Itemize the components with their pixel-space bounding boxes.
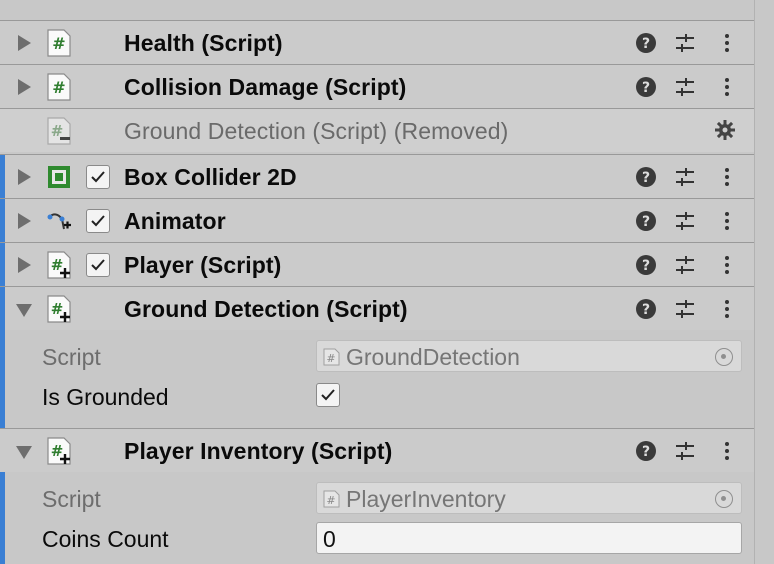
presets-icon[interactable] xyxy=(674,440,696,462)
component-header-animator[interactable]: Animator ? xyxy=(0,198,754,242)
component-title: Collision Damage (Script) xyxy=(124,74,407,100)
presets-icon[interactable] xyxy=(674,32,696,54)
help-icon[interactable]: ? xyxy=(635,298,657,320)
presets-icon[interactable] xyxy=(674,254,696,276)
script-icon: # xyxy=(47,73,71,101)
help-icon[interactable]: ? xyxy=(635,76,657,98)
svg-text:#: # xyxy=(326,352,335,365)
kebab-menu-icon[interactable] xyxy=(716,254,738,276)
checkmark-icon xyxy=(91,259,105,271)
script-removed-icon: # xyxy=(47,117,71,145)
foldout-arrow-icon[interactable] xyxy=(18,79,31,95)
presets-icon[interactable] xyxy=(674,76,696,98)
svg-text:#: # xyxy=(51,442,64,460)
script-object-field[interactable]: # PlayerInventory xyxy=(316,482,742,514)
help-icon[interactable]: ? xyxy=(635,210,657,232)
checkmark-icon xyxy=(91,215,105,227)
svg-text:?: ? xyxy=(642,170,650,186)
foldout-arrow-icon[interactable] xyxy=(18,257,31,273)
enabled-checkbox[interactable] xyxy=(86,209,110,233)
gear-icon[interactable] xyxy=(714,119,736,141)
svg-text:?: ? xyxy=(642,36,650,52)
inspector-panel: # Health (Script) ? # Collision Damage (… xyxy=(0,0,774,564)
object-picker-icon[interactable] xyxy=(715,348,733,366)
component-header-player-inventory[interactable]: # Player Inventory (Script) ? xyxy=(0,428,754,472)
presets-icon[interactable] xyxy=(674,166,696,188)
script-field-value: GroundDetection xyxy=(346,344,520,370)
kebab-menu-icon[interactable] xyxy=(716,210,738,232)
left-accent-bar xyxy=(0,287,5,330)
script-added-icon: # xyxy=(47,437,71,465)
left-accent-bar xyxy=(0,199,5,242)
component-header-player[interactable]: # Player (Script) ? xyxy=(0,242,754,286)
enabled-checkbox[interactable] xyxy=(86,253,110,277)
coins-count-value: 0 xyxy=(323,526,336,552)
kebab-menu-icon[interactable] xyxy=(716,76,738,98)
foldout-arrow-icon[interactable] xyxy=(18,35,31,51)
svg-text:?: ? xyxy=(642,80,650,96)
script-added-icon: # xyxy=(47,295,71,323)
left-accent-bar xyxy=(0,155,5,198)
checkmark-icon xyxy=(91,171,105,183)
component-body-player-inventory: Script # PlayerInventory Coins Count 0 xyxy=(0,472,754,564)
foldout-arrow-icon[interactable] xyxy=(16,304,32,317)
help-icon[interactable]: ? xyxy=(635,166,657,188)
enabled-checkbox[interactable] xyxy=(86,165,110,189)
component-title: Player (Script) xyxy=(124,252,282,278)
component-header-box-collider-2d[interactable]: Box Collider 2D ? xyxy=(0,154,754,198)
script-icon: # xyxy=(323,348,340,366)
foldout-arrow-icon[interactable] xyxy=(18,169,31,185)
script-field-value: PlayerInventory xyxy=(346,486,506,512)
left-accent-bar xyxy=(0,330,5,428)
component-title: Ground Detection (Script) (Removed) xyxy=(124,118,509,144)
left-accent-bar xyxy=(0,472,5,564)
component-header-health[interactable]: # Health (Script) ? xyxy=(0,20,754,64)
scrollbar[interactable] xyxy=(754,0,774,564)
component-title: Health (Script) xyxy=(124,30,283,56)
svg-text:#: # xyxy=(326,494,335,507)
script-label: Script xyxy=(42,344,101,370)
help-icon[interactable]: ? xyxy=(635,440,657,462)
component-title: Box Collider 2D xyxy=(124,164,297,190)
is-grounded-checkbox[interactable] xyxy=(316,383,340,407)
script-added-icon: # xyxy=(47,251,71,279)
component-title: Player Inventory (Script) xyxy=(124,438,393,464)
presets-icon[interactable] xyxy=(674,210,696,232)
help-icon[interactable]: ? xyxy=(635,32,657,54)
foldout-arrow-icon[interactable] xyxy=(16,446,32,459)
component-header-collision-damage[interactable]: # Collision Damage (Script) ? xyxy=(0,64,754,108)
script-object-field[interactable]: # GroundDetection xyxy=(316,340,742,372)
script-label: Script xyxy=(42,486,101,512)
is-grounded-label: Is Grounded xyxy=(42,384,169,410)
script-icon: # xyxy=(47,29,71,57)
kebab-menu-icon[interactable] xyxy=(716,32,738,54)
foldout-arrow-icon[interactable] xyxy=(18,213,31,229)
animator-icon xyxy=(47,213,71,230)
component-title: Ground Detection (Script) xyxy=(124,296,408,322)
kebab-menu-icon[interactable] xyxy=(716,166,738,188)
component-body-ground-detection: Script # GroundDetection Is Grounded xyxy=(0,330,754,428)
coins-count-label: Coins Count xyxy=(42,526,169,552)
svg-text:?: ? xyxy=(642,214,650,230)
script-icon: # xyxy=(323,490,340,508)
svg-text:#: # xyxy=(51,300,64,318)
svg-text:?: ? xyxy=(642,444,650,460)
box-collider-icon xyxy=(48,166,70,188)
coins-count-field[interactable]: 0 xyxy=(316,522,742,554)
kebab-menu-icon[interactable] xyxy=(716,298,738,320)
presets-icon[interactable] xyxy=(674,298,696,320)
kebab-menu-icon[interactable] xyxy=(716,440,738,462)
checkmark-icon xyxy=(321,389,335,401)
component-header-ground-detection[interactable]: # Ground Detection (Script) ? xyxy=(0,286,754,330)
svg-text:#: # xyxy=(51,256,64,274)
component-title: Animator xyxy=(124,208,226,234)
svg-text:#: # xyxy=(52,78,65,97)
left-accent-bar xyxy=(0,243,5,286)
svg-text:#: # xyxy=(52,34,65,53)
component-header-ground-detection-removed[interactable]: # Ground Detection (Script) (Removed) xyxy=(0,108,754,152)
object-picker-icon[interactable] xyxy=(715,490,733,508)
svg-text:?: ? xyxy=(642,302,650,318)
svg-text:?: ? xyxy=(642,258,650,274)
help-icon[interactable]: ? xyxy=(635,254,657,276)
